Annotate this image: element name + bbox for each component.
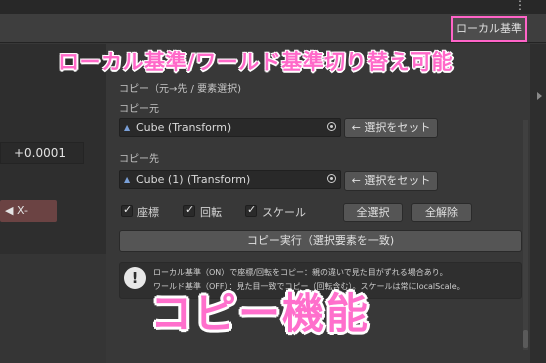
select-all-button[interactable]: 全選択 (343, 203, 403, 222)
copy-execute-button[interactable]: コピー実行（選択要素を一致) (119, 230, 522, 252)
expand-arrow-icon[interactable] (537, 92, 542, 100)
copy-section-title: コピー（元→先 / 要素選択) (119, 84, 242, 95)
cube-icon: ▲ (124, 175, 131, 184)
scrollbar-thumb[interactable] (523, 330, 528, 348)
scale-checkbox-label: スケール (262, 206, 306, 219)
source-object-name: Cube (Transform) (136, 121, 232, 134)
checkmark-icon: ✓ (247, 203, 257, 216)
object-picker-icon[interactable] (327, 174, 336, 183)
source-set-selection-button[interactable]: ← 選択をセット (344, 118, 438, 138)
position-checkbox-label: 座標 (137, 206, 159, 219)
rotation-checkbox-label: 回転 (200, 206, 222, 219)
source-label: コピー元 (119, 104, 159, 115)
dest-set-selection-button[interactable]: ← 選択をセット (344, 171, 438, 191)
rotation-checkbox[interactable]: ✓ (183, 203, 195, 217)
checkmark-icon: ✓ (123, 203, 133, 216)
local-world-caption: ローカル基準/ワールド基準切り替え可能 (58, 50, 454, 74)
cube-icon: ▲ (124, 123, 131, 132)
copy-feature-caption: コピー機能 (150, 289, 371, 338)
vertical-scrollbar[interactable] (523, 120, 528, 350)
object-picker-icon[interactable] (327, 122, 336, 131)
position-checkbox[interactable]: ✓ (121, 203, 133, 217)
dest-object-field[interactable]: ▲ Cube (1) (Transform) (119, 170, 341, 189)
dest-label: コピー先 (119, 154, 159, 165)
x-minus-button[interactable]: ◀ X- (0, 200, 57, 222)
exclamation-icon: ! (124, 267, 146, 289)
kebab-menu-icon[interactable]: ⋮ (514, 0, 526, 12)
help-text-line1: ローカル基準（ON）で座標/回転をコピー：親の違いで見た目がずれる場合あり。 (153, 268, 448, 277)
checkmark-icon: ✓ (185, 203, 195, 216)
editor-top-bar (0, 0, 546, 14)
scale-checkbox[interactable]: ✓ (245, 203, 257, 217)
step-value-field[interactable]: +0.0001 (0, 142, 84, 164)
dest-object-name: Cube (1) (Transform) (136, 173, 251, 186)
source-object-field[interactable]: ▲ Cube (Transform) (119, 118, 341, 137)
deselect-all-button[interactable]: 全解除 (411, 203, 472, 222)
left-panel-lower (0, 254, 106, 363)
local-world-toggle-button[interactable]: ローカル基準 (451, 16, 527, 42)
